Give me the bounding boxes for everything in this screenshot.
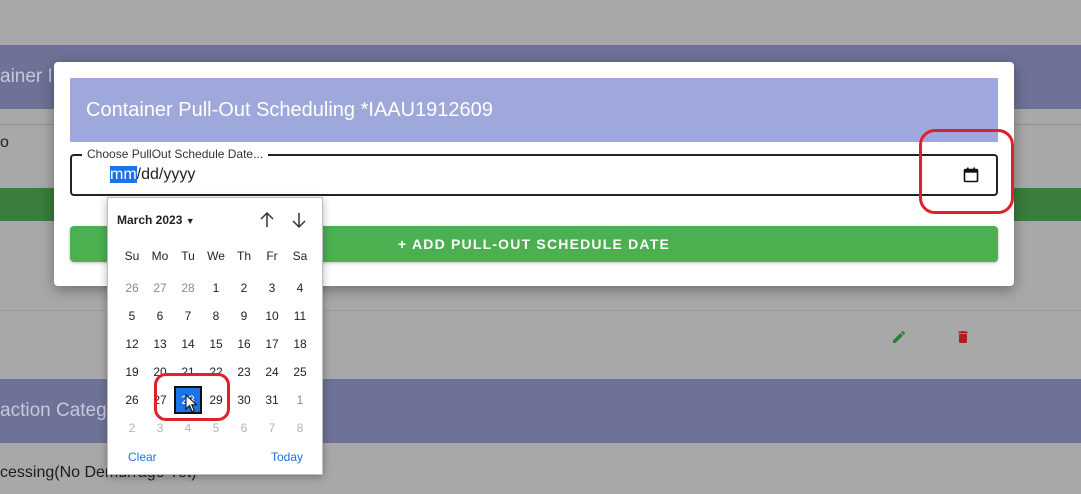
day-cell[interactable]: 12 — [118, 330, 146, 358]
day-cell[interactable]: 1 — [286, 386, 314, 414]
arrow-up-icon[interactable] — [258, 211, 276, 229]
day-cell[interactable]: 4 — [286, 274, 314, 302]
day-cell[interactable]: 24 — [258, 358, 286, 386]
calendar-week: 26 27 28 1 2 3 4 — [118, 274, 314, 302]
day-cell[interactable]: 7 — [258, 414, 286, 442]
day-cell[interactable]: 13 — [146, 330, 174, 358]
weekday-label: Th — [236, 249, 251, 263]
delete-icon[interactable] — [955, 328, 971, 346]
day-cell[interactable]: 16 — [230, 330, 258, 358]
transaction-category-label: action Categ — [0, 400, 107, 421]
pullout-date-input[interactable]: Choose PullOut Schedule Date... mm/dd/yy… — [70, 147, 998, 196]
day-cell[interactable]: 18 — [286, 330, 314, 358]
day-cell[interactable]: 25 — [286, 358, 314, 386]
day-cell[interactable]: 11 — [286, 302, 314, 330]
day-cell[interactable]: 19 — [118, 358, 146, 386]
edit-icon[interactable] — [891, 328, 907, 346]
month-year-selector[interactable]: March 2023 ▼ — [117, 213, 195, 227]
weekday-label: Tu — [181, 249, 195, 263]
day-cell[interactable]: 15 — [202, 330, 230, 358]
arrow-down-icon[interactable] — [290, 211, 308, 229]
calendar-week: 12 13 14 15 16 17 18 — [118, 330, 314, 358]
day-cell[interactable]: 6 — [230, 414, 258, 442]
calendar-week: 5 6 7 8 9 10 11 — [118, 302, 314, 330]
day-cell[interactable]: 9 — [230, 302, 258, 330]
weekday-label: Mo — [151, 249, 169, 263]
day-cell[interactable]: 3 — [258, 274, 286, 302]
date-field-value[interactable]: mm/dd/yyyy — [110, 166, 195, 184]
container-section-label: ainer I — [0, 66, 53, 87]
caret-down-icon: ▼ — [185, 216, 195, 226]
weekday-label: We — [207, 249, 225, 263]
day-cell[interactable]: 8 — [286, 414, 314, 442]
day-cell[interactable]: 23 — [230, 358, 258, 386]
day-cell[interactable]: 7 — [174, 302, 202, 330]
day-cell[interactable]: 17 — [258, 330, 286, 358]
weekday-label: Su — [124, 249, 140, 263]
day-cell[interactable]: 14 — [174, 330, 202, 358]
date-picker-popup: March 2023 ▼ Su Mo Tu We Th Fr Sa 26 27 28 1 2 3 4 5 6… — [107, 197, 323, 475]
date-field-label: Choose PullOut Schedule Date... — [82, 147, 269, 161]
day-cell[interactable]: 6 — [146, 302, 174, 330]
mouse-cursor-icon — [185, 394, 198, 413]
modal-header: Container Pull-Out Scheduling *IAAU19126… — [70, 78, 998, 142]
day-cell[interactable]: 5 — [118, 302, 146, 330]
day-cell[interactable]: 30 — [230, 386, 258, 414]
day-cell[interactable]: 31 — [258, 386, 286, 414]
weekday-label: Sa — [292, 249, 308, 263]
month-segment[interactable]: mm — [110, 166, 137, 183]
day-cell[interactable]: 26 — [118, 274, 146, 302]
clear-button[interactable]: Clear — [128, 450, 157, 464]
today-button[interactable]: Today — [271, 450, 303, 464]
day-cell[interactable]: 26 — [118, 386, 146, 414]
day-cell[interactable]: 2 — [230, 274, 258, 302]
day-cell[interactable]: 8 — [202, 302, 230, 330]
day-cell[interactable]: 10 — [258, 302, 286, 330]
weekday-label: Fr — [266, 249, 278, 263]
day-cell[interactable]: 28 — [174, 274, 202, 302]
month-year-label: March 2023 — [117, 213, 183, 227]
annotation-highlight-calendar — [919, 129, 1014, 214]
weekday-header: Su Mo Tu We Th Fr Sa — [118, 249, 314, 263]
row-fragment: o — [0, 134, 9, 151]
modal-title: Container Pull-Out Scheduling *IAAU19126… — [86, 99, 493, 121]
day-cell[interactable]: 27 — [146, 274, 174, 302]
day-cell[interactable]: 2 — [118, 414, 146, 442]
day-cell[interactable]: 1 — [202, 274, 230, 302]
date-rest-segment[interactable]: /dd/yyyy — [137, 166, 196, 183]
